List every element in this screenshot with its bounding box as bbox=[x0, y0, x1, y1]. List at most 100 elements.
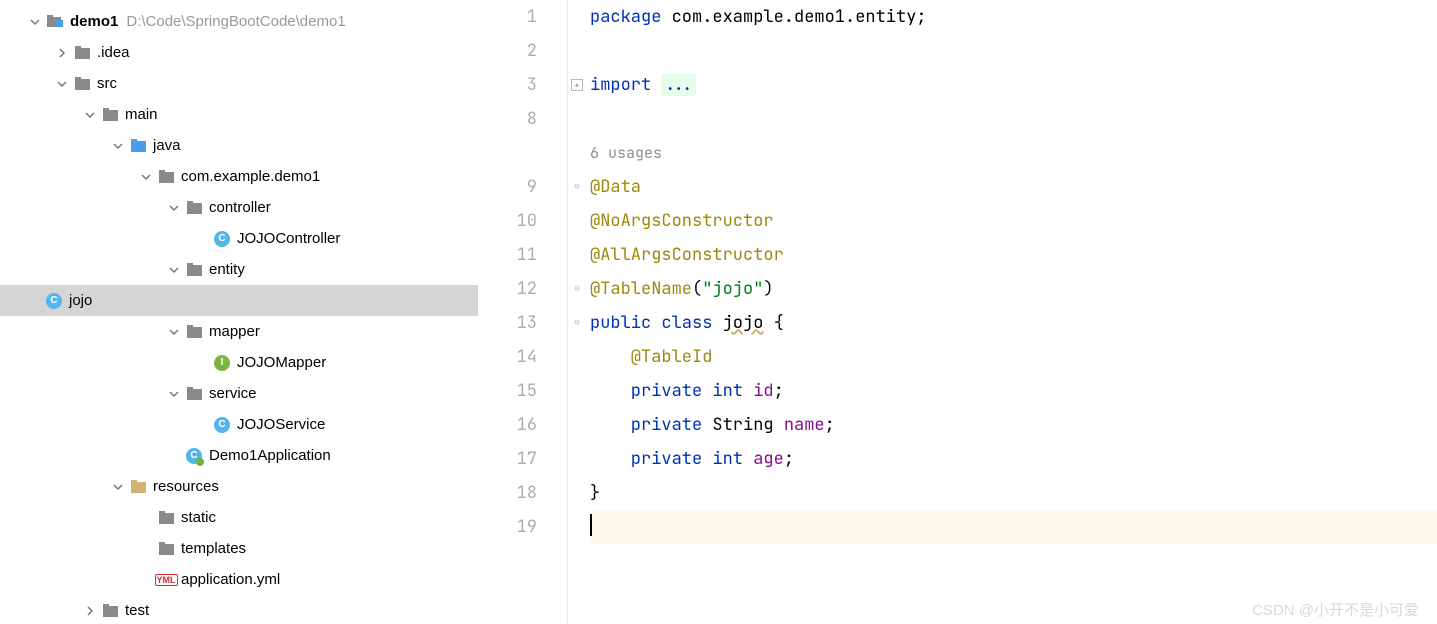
tree-node-label: templates bbox=[181, 540, 246, 557]
line-number: 14 bbox=[478, 340, 537, 374]
spring-boot-icon: C bbox=[185, 447, 203, 465]
tree-node-label: jojo bbox=[69, 292, 92, 309]
folded-code[interactable]: ... bbox=[661, 74, 696, 96]
folder-icon bbox=[157, 509, 175, 527]
resources-folder-icon bbox=[129, 478, 147, 496]
package-icon bbox=[185, 385, 203, 403]
tree-node-entity-class[interactable]: C jojo bbox=[0, 285, 478, 316]
line-number: 15 bbox=[478, 374, 537, 408]
java-interface-icon: I bbox=[213, 354, 231, 372]
tree-node-main[interactable]: main bbox=[0, 99, 478, 130]
fold-collapse-icon[interactable]: ⊖ bbox=[571, 317, 583, 329]
chevron-down-icon bbox=[111, 139, 125, 153]
code-line[interactable]: @AllArgsConstructor bbox=[590, 238, 1437, 272]
tree-node-label: controller bbox=[209, 199, 271, 216]
line-number: 13 bbox=[478, 306, 537, 340]
code-line[interactable]: } bbox=[590, 476, 1437, 510]
text-caret bbox=[590, 514, 592, 536]
chevron-down-icon bbox=[139, 170, 153, 184]
package-icon bbox=[185, 323, 203, 341]
code-line[interactable] bbox=[590, 34, 1437, 68]
code-line[interactable]: @TableName("jojo") bbox=[590, 272, 1437, 306]
tree-node-label: static bbox=[181, 509, 216, 526]
tree-node-static[interactable]: static bbox=[0, 502, 478, 533]
folder-icon bbox=[101, 602, 119, 620]
tree-node-label: resources bbox=[153, 478, 219, 495]
tree-node-controller-class[interactable]: C JOJOController bbox=[0, 223, 478, 254]
code-line[interactable] bbox=[590, 102, 1437, 136]
tree-node-label: java bbox=[153, 137, 181, 154]
line-number: 11 bbox=[478, 238, 537, 272]
tree-node-label: com.example.demo1 bbox=[181, 168, 320, 185]
fold-expand-icon[interactable]: + bbox=[571, 79, 583, 91]
tree-node-label: src bbox=[97, 75, 117, 92]
line-number: 16 bbox=[478, 408, 537, 442]
tree-node-service-folder[interactable]: service bbox=[0, 378, 478, 409]
chevron-down-icon bbox=[111, 480, 125, 494]
tree-node-label: JOJOController bbox=[237, 230, 340, 247]
tree-node-entity-folder[interactable]: entity bbox=[0, 254, 478, 285]
tree-node-label: Demo1Application bbox=[209, 447, 331, 464]
code-line[interactable]: private int id; bbox=[590, 374, 1437, 408]
tree-node-app-yml[interactable]: YML application.yml bbox=[0, 564, 478, 595]
tree-node-java[interactable]: java bbox=[0, 130, 478, 161]
fold-collapse-icon[interactable]: ⊖ bbox=[571, 181, 583, 193]
code-line-active[interactable] bbox=[590, 510, 1437, 544]
java-class-icon: C bbox=[45, 292, 63, 310]
chevron-down-icon bbox=[28, 15, 42, 29]
line-number: 3 bbox=[478, 68, 537, 102]
line-number: 8 bbox=[478, 102, 537, 136]
yaml-file-icon: YML bbox=[157, 571, 175, 589]
project-tree[interactable]: demo1 D:\Code\SpringBootCode\demo1 .idea… bbox=[0, 0, 478, 624]
code-line[interactable]: @NoArgsConstructor bbox=[590, 204, 1437, 238]
tree-node-test[interactable]: test bbox=[0, 595, 478, 624]
code-line[interactable]: private String name; bbox=[590, 408, 1437, 442]
line-number: 18 bbox=[478, 476, 537, 510]
line-number: 2 bbox=[478, 34, 537, 68]
tree-node-app-class[interactable]: C Demo1Application bbox=[0, 440, 478, 471]
tree-node-src[interactable]: src bbox=[0, 68, 478, 99]
code-line[interactable]: private int age; bbox=[590, 442, 1437, 476]
tree-node-mapper-folder[interactable]: mapper bbox=[0, 316, 478, 347]
code-line[interactable]: public class jojo { bbox=[590, 306, 1437, 340]
tree-node-idea[interactable]: .idea bbox=[0, 37, 478, 68]
package-icon bbox=[157, 168, 175, 186]
tree-node-label: JOJOService bbox=[237, 416, 325, 433]
folder-icon bbox=[73, 44, 91, 62]
tree-node-mapper-class[interactable]: I JOJOMapper bbox=[0, 347, 478, 378]
package-icon bbox=[185, 199, 203, 217]
tree-node-controller-folder[interactable]: controller bbox=[0, 192, 478, 223]
chevron-right-icon bbox=[55, 46, 69, 60]
folder-icon bbox=[157, 540, 175, 558]
line-number: 10 bbox=[478, 204, 537, 238]
line-number bbox=[478, 136, 537, 170]
tree-node-label: application.yml bbox=[181, 571, 280, 588]
tree-node-root[interactable]: demo1 D:\Code\SpringBootCode\demo1 bbox=[0, 6, 478, 37]
tree-node-label: entity bbox=[209, 261, 245, 278]
line-number: 19 bbox=[478, 510, 537, 544]
chevron-down-icon bbox=[167, 201, 181, 215]
line-number: 9 bbox=[478, 170, 537, 204]
line-number: 17 bbox=[478, 442, 537, 476]
chevron-down-icon bbox=[167, 387, 181, 401]
code-line[interactable]: @Data bbox=[590, 170, 1437, 204]
chevron-down-icon bbox=[55, 77, 69, 91]
chevron-down-icon bbox=[83, 108, 97, 122]
tree-node-label: main bbox=[125, 106, 158, 123]
tree-node-package[interactable]: com.example.demo1 bbox=[0, 161, 478, 192]
tree-node-label: .idea bbox=[97, 44, 130, 61]
code-line[interactable]: @TableId bbox=[590, 340, 1437, 374]
package-icon bbox=[185, 261, 203, 279]
code-line[interactable]: import ... bbox=[590, 68, 1437, 102]
source-folder-icon bbox=[129, 137, 147, 155]
watermark: CSDN @小开不是小可爱 bbox=[1252, 599, 1419, 620]
code-usages-hint[interactable]: 6 usages bbox=[590, 136, 1437, 170]
tree-node-service-class[interactable]: C JOJOService bbox=[0, 409, 478, 440]
tree-node-label: JOJOMapper bbox=[237, 354, 326, 371]
code-area[interactable]: package com.example.demo1.entity; import… bbox=[590, 0, 1437, 624]
tree-node-templates[interactable]: templates bbox=[0, 533, 478, 564]
fold-collapse-icon[interactable]: ⊖ bbox=[571, 283, 583, 295]
code-line[interactable]: package com.example.demo1.entity; bbox=[590, 0, 1437, 34]
tree-node-resources[interactable]: resources bbox=[0, 471, 478, 502]
code-editor[interactable]: 1 2 3 8 9 10 11 12 13 14 15 16 17 18 19 … bbox=[478, 0, 1437, 624]
